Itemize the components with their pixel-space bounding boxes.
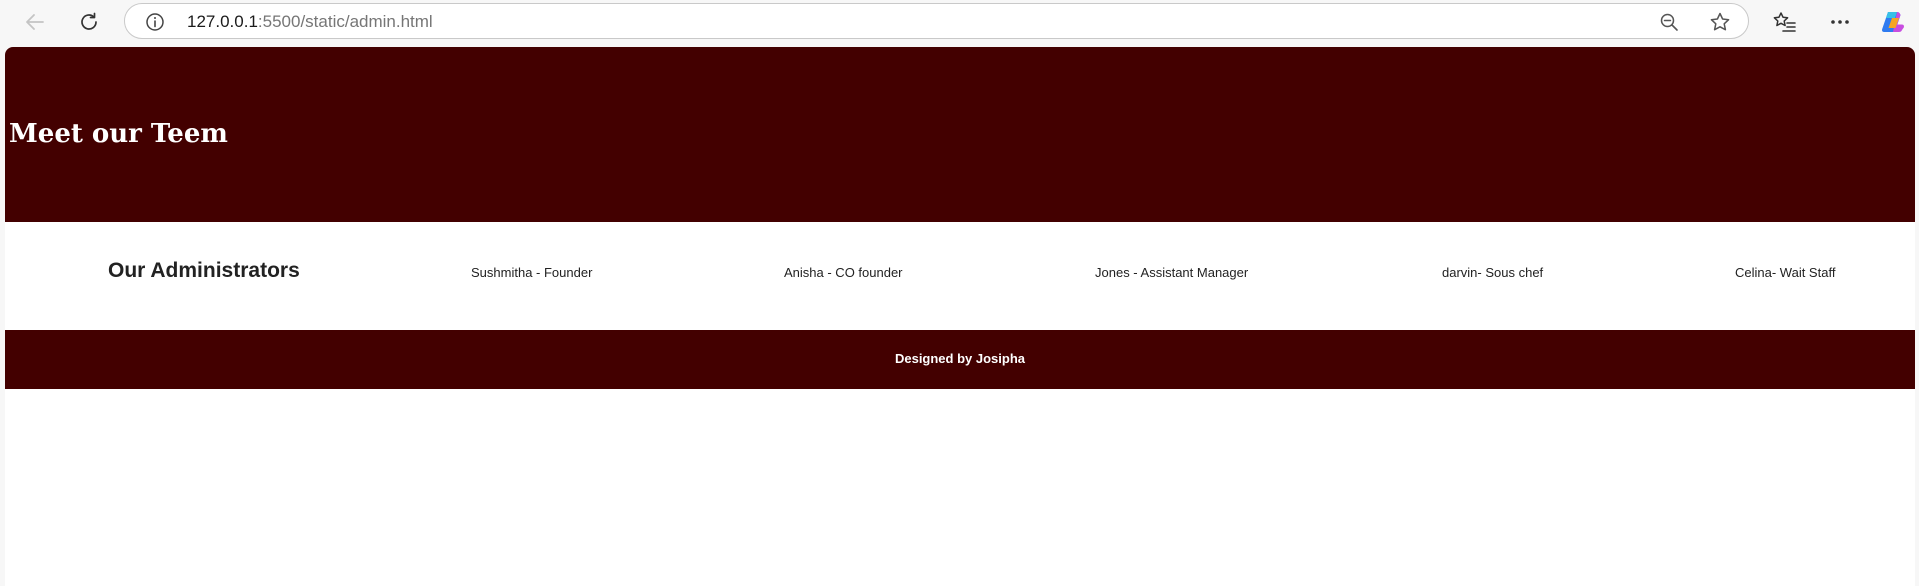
back-arrow-icon	[24, 11, 46, 33]
copilot-button[interactable]	[1880, 9, 1906, 35]
admin-item-anisha: Anisha - CO founder	[784, 265, 903, 280]
hero-title: Meet our Teem	[9, 119, 228, 149]
browser-toolbar: 127.0.0.1:5500/static/admin.html	[0, 0, 1919, 44]
favorites-icon	[1773, 10, 1797, 34]
url-host: 127.0.0.1	[187, 12, 258, 31]
reload-button[interactable]	[72, 7, 106, 37]
administrators-section: Our Administrators Sushmitha - Founder A…	[5, 222, 1915, 330]
favorite-button[interactable]	[1709, 11, 1731, 33]
footer-credit: Designed by Josipha	[894, 351, 1026, 366]
admin-item-celina: Celina- Wait Staff	[1735, 265, 1836, 280]
copilot-icon	[1880, 9, 1906, 35]
zoom-button[interactable]	[1658, 11, 1680, 33]
more-icon	[1828, 10, 1852, 34]
favorites-button[interactable]	[1772, 9, 1798, 35]
back-button[interactable]	[18, 7, 52, 37]
site-info-button[interactable]	[145, 12, 165, 32]
url-text[interactable]: 127.0.0.1:5500/static/admin.html	[187, 12, 433, 32]
reload-icon	[78, 11, 100, 33]
page-viewport: Meet our Teem Our Administrators Sushmit…	[5, 47, 1915, 586]
admin-item-jones: Jones - Assistant Manager	[1095, 265, 1249, 280]
zoom-out-icon	[1659, 12, 1679, 32]
administrators-heading: Our Administrators	[108, 259, 300, 282]
admin-item-darvin: darvin- Sous chef	[1442, 265, 1544, 280]
settings-menu-button[interactable]	[1827, 9, 1853, 35]
url-path: :5500/static/admin.html	[257, 12, 433, 31]
star-icon	[1709, 11, 1731, 33]
admin-item-sushmitha: Sushmitha - Founder	[471, 265, 593, 280]
hero-banner: Meet our Teem	[5, 47, 1915, 222]
info-icon	[145, 12, 165, 32]
address-bar[interactable]: 127.0.0.1:5500/static/admin.html	[124, 3, 1749, 39]
footer: Designed by Josipha	[5, 330, 1915, 389]
